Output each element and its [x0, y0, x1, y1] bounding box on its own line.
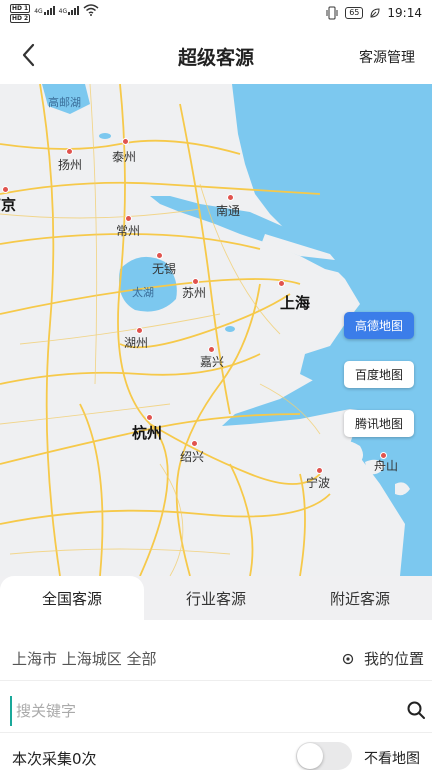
- search-icon[interactable]: [406, 700, 426, 720]
- map-provider-tencent-button[interactable]: 腾讯地图: [344, 410, 414, 437]
- collect-count-text: 本次采集0次: [12, 750, 97, 768]
- map-pin: [125, 215, 132, 222]
- map-label-taihu: 太湖: [132, 286, 154, 299]
- collect-row: 本次采集0次 不看地图: [0, 740, 432, 770]
- source-tabs: 全国客源 行业客源 附近客源: [0, 576, 432, 620]
- my-location-label: 我的位置: [363, 650, 424, 668]
- app-header: 超级客源 客源管理: [0, 28, 432, 84]
- net2-label: 4G: [58, 8, 68, 15]
- map-pin: [156, 252, 163, 259]
- region-selector[interactable]: 上海市 上海城区 全部: [12, 648, 157, 669]
- map-pin: [2, 186, 9, 193]
- net1-label: 4G: [34, 8, 43, 15]
- map-label-gaoyouhu: 高邮湖: [48, 96, 81, 109]
- map-label-taizhou: 泰州: [112, 150, 137, 164]
- signal-icon: 4G: [34, 6, 55, 15]
- status-bar: HD 1 HD 2 4G 4G 65 19:14: [0, 0, 432, 28]
- location-row: 上海市 上海城区 全部 我的位置: [0, 638, 432, 681]
- map-label-suzhou: 苏州: [182, 286, 207, 300]
- map-pin: [146, 414, 153, 421]
- vibrate-icon: [326, 6, 338, 20]
- tab-industry[interactable]: 行业客源: [144, 576, 288, 620]
- map-pin: [227, 194, 234, 201]
- signal-icon-2: 4G: [58, 6, 80, 15]
- map-label-hangzhou: 杭州: [132, 424, 163, 442]
- search-row: [0, 688, 432, 733]
- map-label-wuxi: 无锡: [152, 262, 177, 276]
- map-pin: [208, 346, 215, 353]
- hd2-text: HD: [12, 15, 23, 22]
- hide-map-label: 不看地图: [364, 751, 420, 767]
- map-provider-baidu-button[interactable]: 百度地图: [344, 361, 414, 388]
- toggle-knob: [297, 743, 323, 769]
- hd1-num: 1: [24, 5, 29, 12]
- hd1-text: HD: [12, 5, 23, 12]
- map-label-shanghai: 上海: [280, 294, 311, 312]
- map-pin: [66, 148, 73, 155]
- map-label-shaoxing: 绍兴: [180, 450, 205, 464]
- target-icon: [342, 653, 354, 664]
- map-pin: [316, 467, 323, 474]
- tab-nearby[interactable]: 附近客源: [288, 576, 432, 620]
- wifi-icon: [83, 4, 99, 16]
- customer-management-link[interactable]: 客源管理: [359, 47, 415, 67]
- hide-map-toggle[interactable]: [296, 742, 352, 770]
- map-pin: [122, 138, 129, 145]
- hd-indicators: HD 1 HD 2: [10, 4, 31, 23]
- hd1-badge: HD 1: [10, 4, 31, 13]
- map-label-jiaxing: 嘉兴: [200, 355, 225, 369]
- status-time: 19:14: [387, 6, 422, 20]
- map-label-zhoushan: 舟山: [374, 459, 399, 473]
- map-label-changzhou: 常州: [116, 224, 141, 238]
- map-pin: [278, 280, 285, 287]
- map-provider-amap-button[interactable]: 高德地图: [344, 312, 414, 339]
- map-label-huzhou: 湖州: [124, 336, 149, 350]
- battery-indicator: 65: [345, 7, 364, 19]
- map-label-nanjing: 南京: [0, 196, 17, 214]
- hd2-num: 2: [24, 15, 29, 22]
- map-view[interactable]: 高邮湖 扬州 泰州 南京 南通 常州 无锡 太湖 苏州 上海 湖州 嘉兴 杭州 …: [0, 84, 432, 576]
- hd2-badge: HD 2: [10, 14, 31, 23]
- status-left: HD 1 HD 2 4G 4G: [10, 4, 99, 23]
- tab-national[interactable]: 全国客源: [0, 576, 144, 620]
- my-location-button[interactable]: 我的位置: [342, 648, 424, 669]
- map-label-nantong: 南通: [216, 204, 241, 218]
- map-label-ningbo: 宁波: [306, 476, 331, 490]
- status-right: 65 19:14: [325, 6, 422, 20]
- map-pin: [191, 440, 198, 447]
- leaf-icon: [370, 8, 380, 18]
- search-input[interactable]: [10, 696, 388, 726]
- map-label-yangzhou: 扬州: [58, 158, 83, 172]
- map-pin: [136, 327, 143, 334]
